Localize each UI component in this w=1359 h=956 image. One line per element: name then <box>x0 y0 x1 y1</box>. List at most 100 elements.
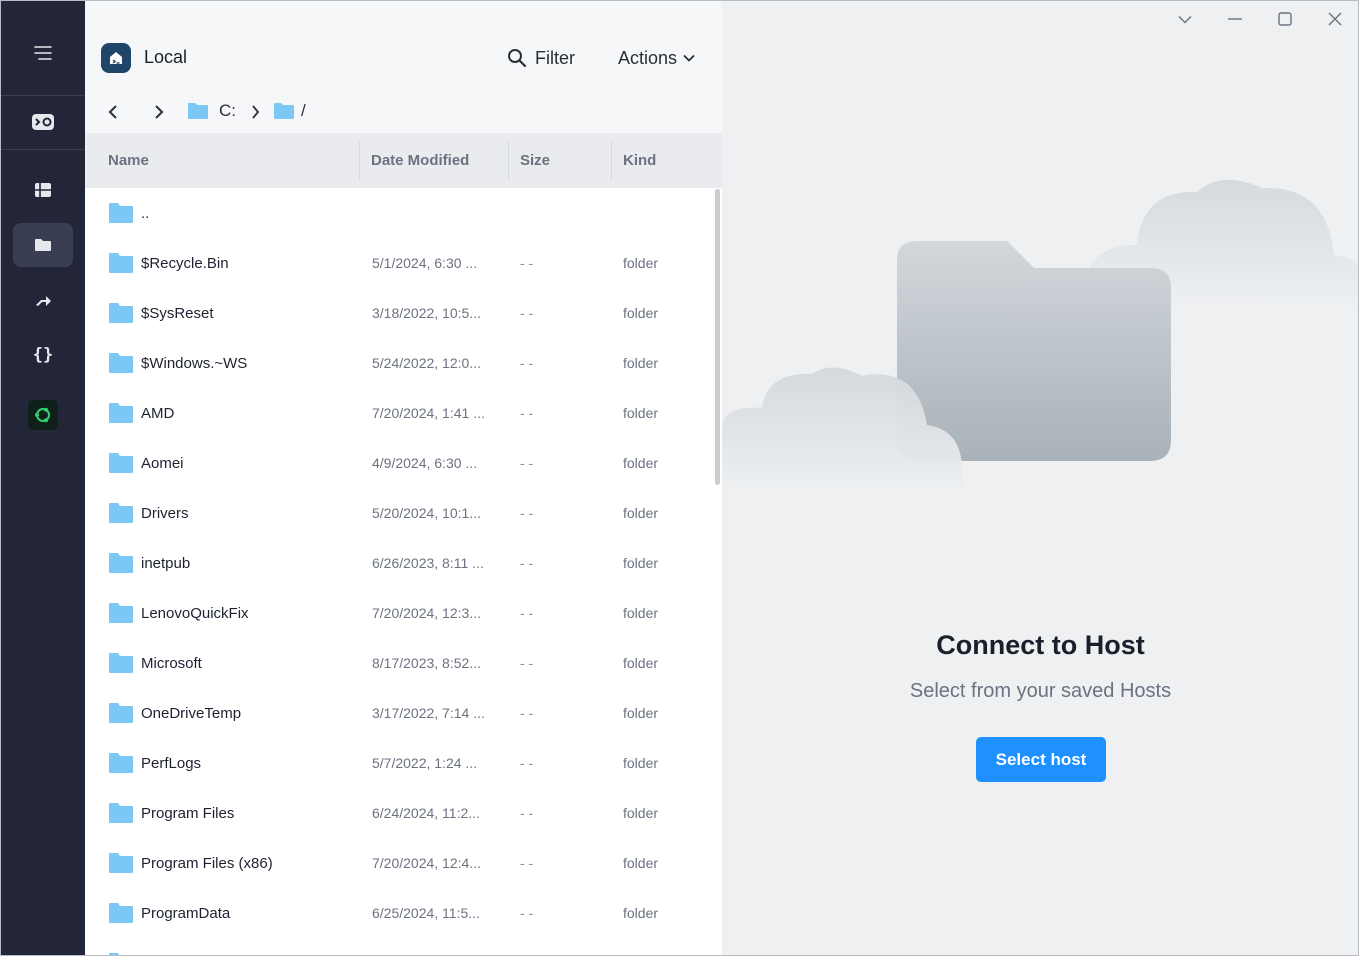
connect-subtitle: Select from your saved Hosts <box>909 680 1172 702</box>
file-date: 5/24/2022, 12:0... <box>372 355 481 371</box>
filter-button[interactable]: Filter <box>507 44 575 72</box>
column-date-modified[interactable]: Date Modified <box>360 133 508 188</box>
file-kind: folder <box>623 755 659 771</box>
file-date: 4/9/2024, 6:30 ... <box>372 455 478 471</box>
breadcrumb-drive[interactable]: C: <box>219 101 236 121</box>
terminal-logo-icon <box>32 114 54 130</box>
forward-button[interactable] <box>147 100 171 124</box>
folder-icon <box>109 453 133 473</box>
file-name: LenovoQuickFix <box>141 605 249 622</box>
file-row[interactable]: Microsoft 8/17/2023, 8:52... - - folder <box>85 639 713 689</box>
close-icon <box>1328 12 1342 26</box>
close-button[interactable] <box>1320 6 1350 32</box>
file-name: OneDriveTemp <box>141 705 242 722</box>
scrollbar-thumb[interactable] <box>715 189 720 485</box>
file-date: 5/1/2024, 6:30 ... <box>372 255 478 271</box>
local-file-pane: Local Filter Actions C: / Name Date Modi… <box>85 0 722 956</box>
file-size: - - <box>520 305 534 321</box>
folder-icon <box>109 503 133 523</box>
file-row[interactable] <box>85 939 713 956</box>
path-folder-icon <box>274 103 294 119</box>
folder-icon <box>109 953 132 956</box>
file-date: 6/25/2024, 11:5... <box>372 905 480 921</box>
filter-label: Filter <box>535 47 575 68</box>
folder-icon <box>109 653 133 673</box>
file-name: Aomei <box>141 455 184 472</box>
sidebar-divider <box>0 95 85 96</box>
column-name[interactable]: Name <box>96 133 359 188</box>
file-kind: folder <box>623 905 659 921</box>
file-kind: folder <box>623 705 659 721</box>
file-kind: folder <box>623 405 659 421</box>
folder-icon <box>109 803 133 823</box>
file-size: - - <box>520 605 534 621</box>
local-label: Local <box>144 47 188 67</box>
file-size: - - <box>520 405 534 421</box>
file-row[interactable]: LenovoQuickFix 7/20/2024, 12:3... - - fo… <box>85 589 713 639</box>
chevron-down-icon <box>1178 15 1192 23</box>
file-size: - - <box>520 255 534 271</box>
file-name: $Windows.~WS <box>141 355 248 372</box>
file-row-parent[interactable]: .. <box>85 189 713 239</box>
file-row[interactable]: $Recycle.Bin 5/1/2024, 6:30 ... - - fold… <box>85 239 713 289</box>
file-kind: folder <box>623 505 659 521</box>
file-size: - - <box>520 655 534 671</box>
file-kind: folder <box>623 255 659 271</box>
file-row[interactable]: Aomei 4/9/2024, 6:30 ... - - folder <box>85 439 713 489</box>
file-row[interactable]: PerfLogs 5/7/2022, 1:24 ... - - folder <box>85 739 713 789</box>
file-kind: folder <box>623 655 659 671</box>
file-row[interactable]: Program Files 6/24/2024, 11:2... - - fol… <box>85 789 713 839</box>
file-size: - - <box>520 905 534 921</box>
drive-folder-icon <box>188 103 208 119</box>
folder-icon <box>109 203 133 223</box>
sidebar-item-snippets[interactable]: {} <box>13 333 73 377</box>
window-dropdown-button[interactable] <box>1170 6 1200 32</box>
file-row[interactable]: OneDriveTemp 3/17/2022, 7:14 ... - - fol… <box>85 689 713 739</box>
file-kind: folder <box>623 305 659 321</box>
file-row[interactable]: inetpub 6/26/2023, 8:11 ... - - folder <box>85 539 713 589</box>
file-row[interactable]: Program Files (x86) 7/20/2024, 12:4... -… <box>85 839 713 889</box>
folder-cloud-illustration <box>722 179 1359 495</box>
chevron-down-icon <box>683 54 695 62</box>
connect-panel: Connect to Host Select from your saved H… <box>722 0 1359 956</box>
breadcrumb-path[interactable]: / <box>301 101 306 121</box>
search-icon <box>508 49 527 68</box>
file-kind: folder <box>623 555 659 571</box>
file-row[interactable]: AMD 7/20/2024, 1:41 ... - - folder <box>85 389 713 439</box>
minimize-button[interactable] <box>1220 6 1250 32</box>
file-size: - - <box>520 455 534 471</box>
file-row[interactable]: $Windows.~WS 5/24/2022, 12:0... - - fold… <box>85 339 713 389</box>
select-host-button[interactable]: Select host <box>976 737 1106 782</box>
folder-icon <box>109 553 133 573</box>
file-kind: folder <box>623 355 659 371</box>
column-size[interactable]: Size <box>509 133 611 188</box>
sidebar-item-hosts[interactable] <box>13 168 73 212</box>
back-button[interactable] <box>101 100 125 124</box>
maximize-button[interactable] <box>1270 6 1300 32</box>
column-kind[interactable]: Kind <box>612 133 722 188</box>
menu-button[interactable] <box>13 31 73 75</box>
file-row[interactable]: $SysReset 3/18/2022, 10:5... - - folder <box>85 289 713 339</box>
sftp-folder-icon <box>35 239 51 251</box>
file-date: 8/17/2023, 8:52... <box>372 655 481 671</box>
file-row[interactable]: ProgramData 6/25/2024, 11:5... - - folde… <box>85 889 713 939</box>
sidebar-item-terminal[interactable] <box>13 100 73 144</box>
file-row[interactable]: Drivers 5/20/2024, 10:1... - - folder <box>85 489 713 539</box>
file-name: Drivers <box>141 505 189 522</box>
folder-icon <box>109 603 133 623</box>
sidebar-item-sftp[interactable] <box>13 223 73 267</box>
file-name: PerfLogs <box>141 755 202 772</box>
sidebar-item-ubuntu[interactable] <box>13 393 73 437</box>
file-list: .. $Recycle.Bin 5/1/2024, 6:30 ... - - f… <box>85 189 722 956</box>
sidebar-item-port-forwarding[interactable] <box>13 278 73 322</box>
file-date: 7/20/2024, 12:4... <box>372 855 481 871</box>
actions-label: Actions <box>618 47 678 68</box>
file-name: AMD <box>141 405 175 422</box>
minimize-icon <box>1228 18 1242 20</box>
file-size: - - <box>520 705 534 721</box>
folder-icon <box>109 903 133 923</box>
folder-icon <box>109 303 133 323</box>
file-name: ProgramData <box>141 905 231 922</box>
file-kind: folder <box>623 805 659 821</box>
actions-menu-button[interactable]: Actions <box>618 44 695 72</box>
